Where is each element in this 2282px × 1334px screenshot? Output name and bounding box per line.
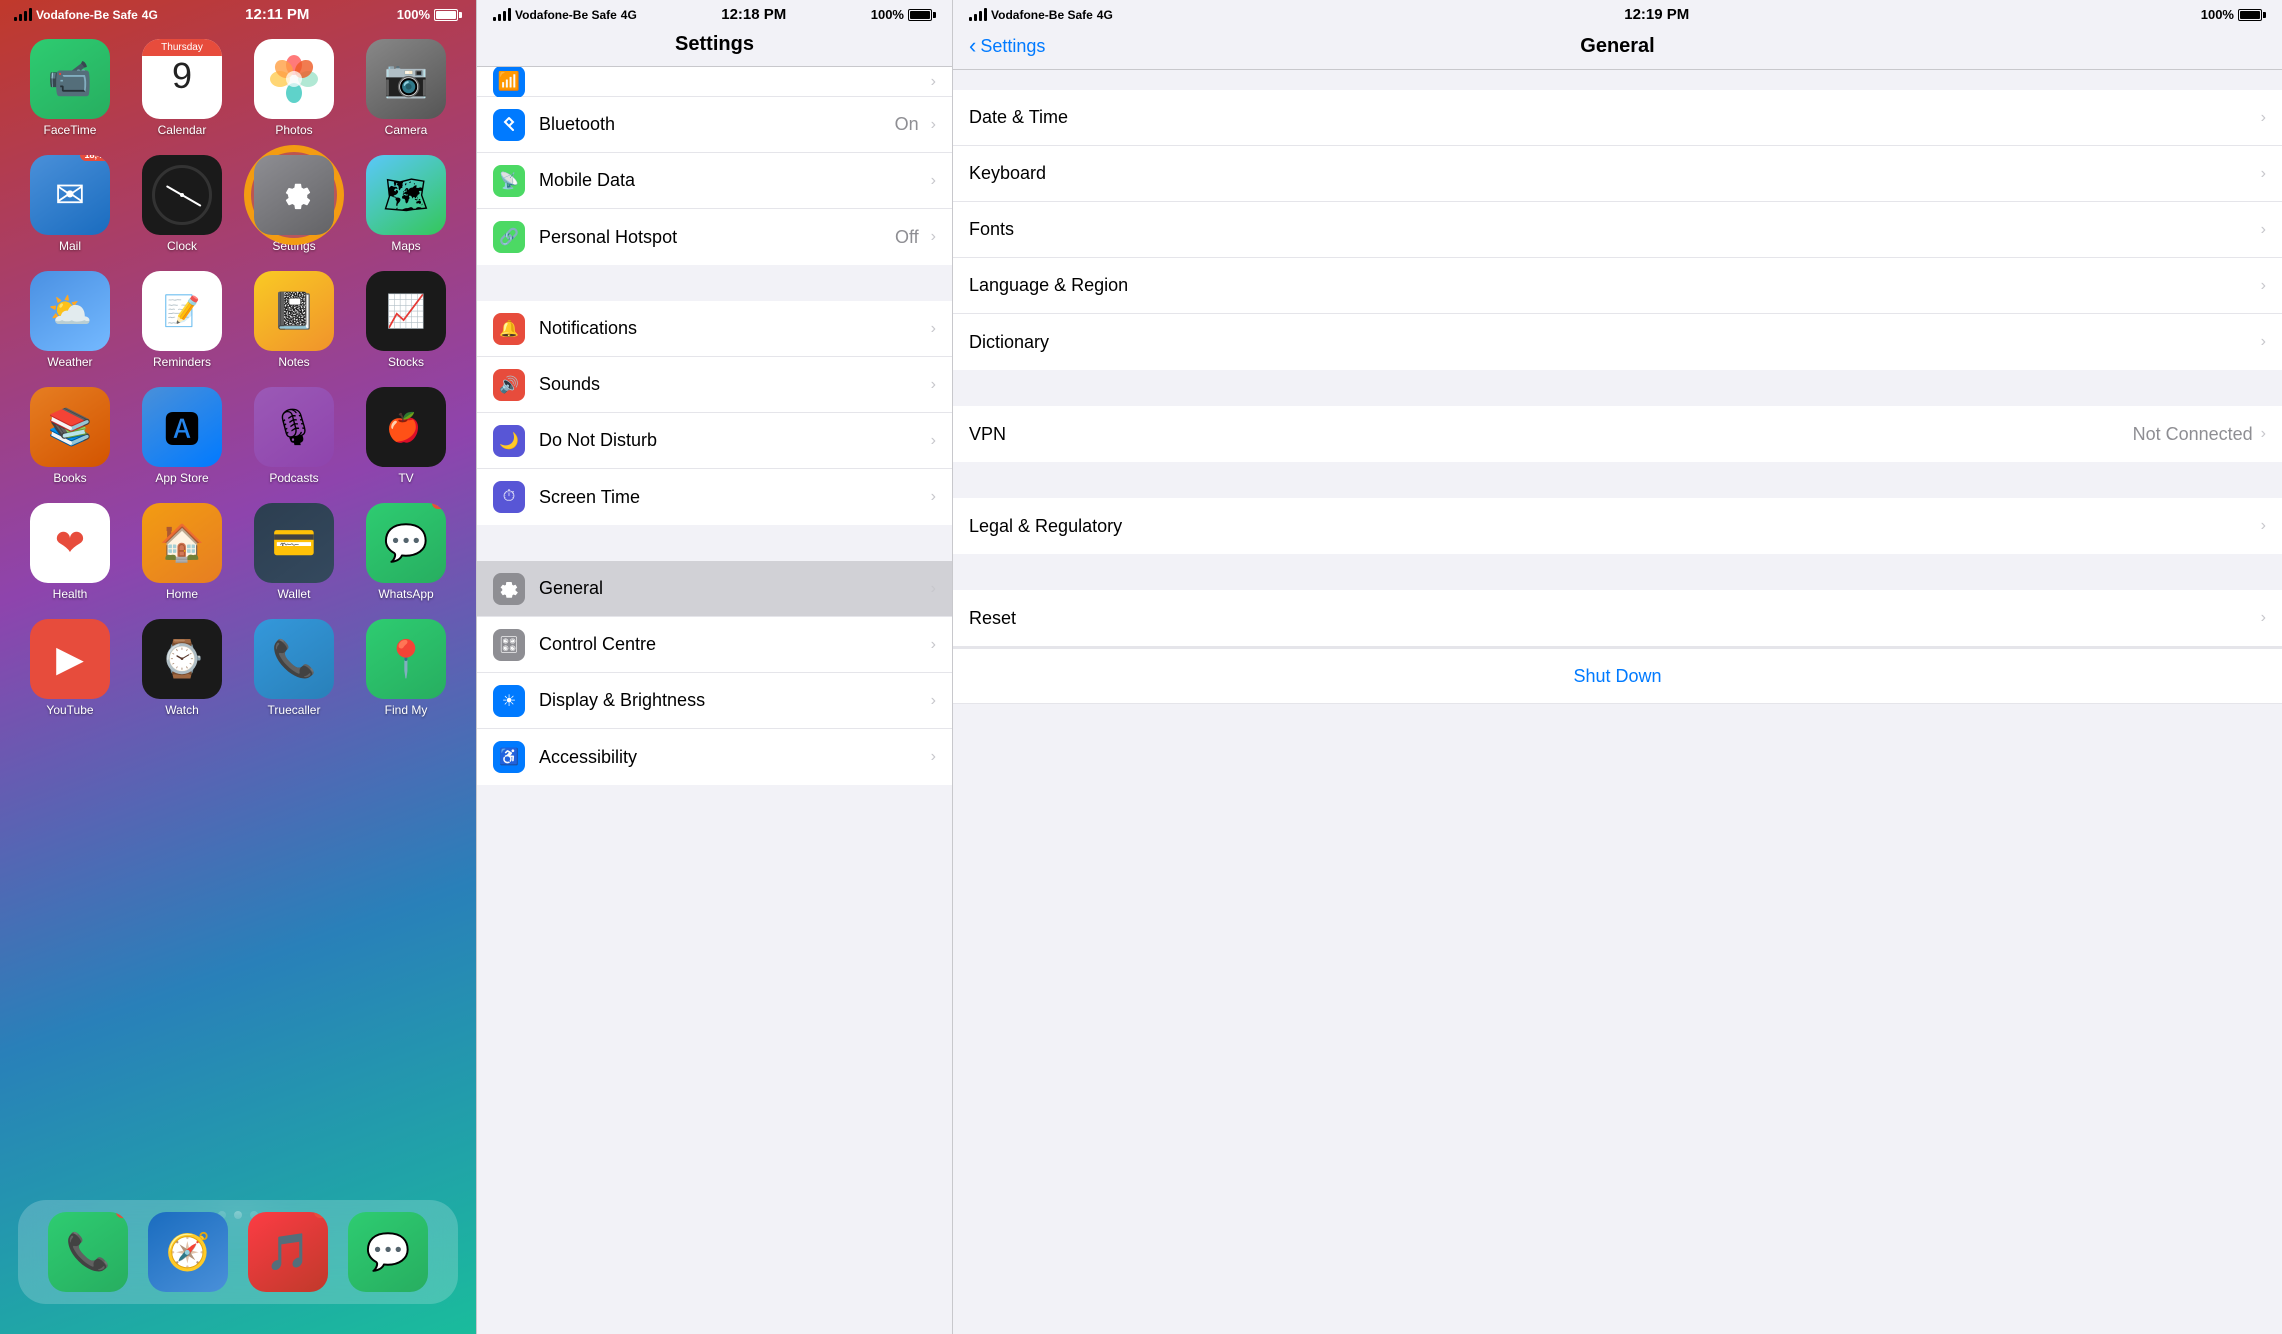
network-s2: 4G xyxy=(621,8,637,22)
app-settings[interactable]: Settings xyxy=(242,155,346,253)
dock-safari[interactable]: 🧭 xyxy=(148,1212,228,1292)
general-row-language[interactable]: Language & Region › xyxy=(953,258,2282,314)
time-s2: 12:18 PM xyxy=(721,6,786,23)
general-row-dictionary[interactable]: Dictionary › xyxy=(953,314,2282,370)
app-camera[interactable]: 📷 Camera xyxy=(354,39,458,137)
settings-row-sounds[interactable]: 🔊 Sounds › xyxy=(477,357,952,413)
general-section-4: Reset › xyxy=(953,590,2282,646)
general-row-keyboard[interactable]: Keyboard › xyxy=(953,146,2282,202)
settings-list: 📶 › Bluetooth On › 📡 Mobile xyxy=(477,67,952,1334)
general-row-datetime[interactable]: Date & Time › xyxy=(953,90,2282,146)
app-notes[interactable]: 📓 Notes xyxy=(242,271,346,369)
app-mail[interactable]: ✉ 18,487 Mail xyxy=(18,155,122,253)
app-health[interactable]: ❤ Health xyxy=(18,503,122,601)
carrier-s3: Vodafone-Be Safe xyxy=(991,8,1093,22)
battery-info: 100% xyxy=(397,7,462,22)
settings-section-connectivity: Bluetooth On › 📡 Mobile Data › 🔗 Persona… xyxy=(477,97,952,265)
general-gap-3 xyxy=(953,554,2282,590)
settings-row-notifications[interactable]: 🔔 Notifications › xyxy=(477,301,952,357)
general-gap-1 xyxy=(953,370,2282,406)
battery-icon-s2 xyxy=(908,9,936,21)
carrier-info: Vodafone-Be Safe 4G xyxy=(14,8,158,22)
app-youtube[interactable]: ▶ YouTube xyxy=(18,619,122,717)
dock-music[interactable]: 🎵 37 xyxy=(248,1212,328,1292)
app-clock[interactable]: Clock xyxy=(130,155,234,253)
settings-nav-bar: Settings xyxy=(477,25,952,67)
general-panel: Vodafone-Be Safe 4G 12:19 PM 100% ‹ Sett… xyxy=(952,0,2282,1334)
app-calendar[interactable]: Thursday 9 Calendar xyxy=(130,39,234,137)
settings-title: Settings xyxy=(675,33,754,55)
general-section-1: Date & Time › Keyboard › Fonts › Languag… xyxy=(953,90,2282,370)
app-weather[interactable]: ⛅ Weather xyxy=(18,271,122,369)
time-s3: 12:19 PM xyxy=(1624,6,1689,23)
svg-text:🍎: 🍎 xyxy=(386,410,421,444)
app-wallet[interactable]: 💳 Wallet xyxy=(242,503,346,601)
back-button[interactable]: ‹ Settings xyxy=(969,33,1045,59)
section-gap-1 xyxy=(477,265,952,301)
general-nav-bar: ‹ Settings General xyxy=(953,25,2282,70)
settings-row-donotdisturb[interactable]: 🌙 Do Not Disturb › xyxy=(477,413,952,469)
app-watch[interactable]: ⌚ Watch xyxy=(130,619,234,717)
settings-status-bar: Vodafone-Be Safe 4G 12:18 PM 100% xyxy=(477,0,952,25)
app-truecaller[interactable]: 📞 Truecaller xyxy=(242,619,346,717)
settings-panel: Vodafone-Be Safe 4G 12:18 PM 100% Settin… xyxy=(476,0,952,1334)
general-status-bar: Vodafone-Be Safe 4G 12:19 PM 100% xyxy=(953,0,2282,25)
home-status-bar: Vodafone-Be Safe 4G 12:11 PM 100% xyxy=(0,0,476,25)
battery-icon xyxy=(434,9,462,21)
general-title: General xyxy=(1580,35,1654,58)
signal-icon xyxy=(14,8,32,21)
battery-pct-s3: 100% xyxy=(2201,7,2234,22)
general-section-2: VPN Not Connected › xyxy=(953,406,2282,462)
signal-icon-s3 xyxy=(969,8,987,21)
app-photos[interactable]: Photos xyxy=(242,39,346,137)
battery-icon-s3 xyxy=(2238,9,2266,21)
home-screen: Vodafone-Be Safe 4G 12:11 PM 100% 📹 Face… xyxy=(0,0,476,1334)
settings-row-bluetooth[interactable]: Bluetooth On › xyxy=(477,97,952,153)
app-books[interactable]: 📚 Books xyxy=(18,387,122,485)
shutdown-label: Shut Down xyxy=(1573,666,1661,687)
app-appstore[interactable]: 🅰 App Store xyxy=(130,387,234,485)
app-grid: 📹 FaceTime Thursday 9 Calendar xyxy=(0,29,476,717)
carrier-label: Vodafone-Be Safe xyxy=(36,8,138,22)
app-tv[interactable]: 🍎 TV xyxy=(354,387,458,485)
network-s3: 4G xyxy=(1097,8,1113,22)
battery-pct-s2: 100% xyxy=(871,7,904,22)
carrier-s2: Vodafone-Be Safe xyxy=(515,8,617,22)
app-stocks[interactable]: 📈 Stocks xyxy=(354,271,458,369)
back-label: Settings xyxy=(980,36,1045,57)
settings-row-general[interactable]: General › xyxy=(477,561,952,617)
settings-row-screentime[interactable]: ⏱ Screen Time › xyxy=(477,469,952,525)
general-row-reset[interactable]: Reset › xyxy=(953,590,2282,646)
network-label: 4G xyxy=(142,8,158,22)
general-section-3: Legal & Regulatory › xyxy=(953,498,2282,554)
app-whatsapp[interactable]: 💬 14 WhatsApp xyxy=(354,503,458,601)
app-podcasts[interactable]: 🎙 Podcasts xyxy=(242,387,346,485)
settings-row-hotspot[interactable]: 🔗 Personal Hotspot Off › xyxy=(477,209,952,265)
shutdown-row[interactable]: Shut Down xyxy=(953,648,2282,704)
app-maps[interactable]: 🗺 Maps xyxy=(354,155,458,253)
settings-row-mobiledata[interactable]: 📡 Mobile Data › xyxy=(477,153,952,209)
battery-percent: 100% xyxy=(397,7,430,22)
general-row-legal[interactable]: Legal & Regulatory › xyxy=(953,498,2282,554)
app-home[interactable]: 🏠 Home xyxy=(130,503,234,601)
app-facetime[interactable]: 📹 FaceTime xyxy=(18,39,122,137)
signal-icon-s2 xyxy=(493,8,511,21)
app-reminders[interactable]: 📝 Reminders xyxy=(130,271,234,369)
general-row-vpn[interactable]: VPN Not Connected › xyxy=(953,406,2282,462)
section-gap-2 xyxy=(477,525,952,561)
general-gap-2 xyxy=(953,462,2282,498)
dock-phone[interactable]: 📞 1 xyxy=(48,1212,128,1292)
dock: 📞 1 🧭 🎵 37 💬 xyxy=(18,1200,458,1304)
settings-row-accessibility[interactable]: ♿ Accessibility › xyxy=(477,729,952,785)
time-label: 12:11 PM xyxy=(245,6,309,23)
settings-section-notifications: 🔔 Notifications › 🔊 Sounds › 🌙 Do Not Di… xyxy=(477,301,952,525)
general-list: Date & Time › Keyboard › Fonts › Languag… xyxy=(953,70,2282,1334)
app-findmy[interactable]: 📍 Find My xyxy=(354,619,458,717)
general-row-fonts[interactable]: Fonts › xyxy=(953,202,2282,258)
settings-row-controlcentre[interactable]: 🎛 Control Centre › xyxy=(477,617,952,673)
settings-section-general: General › 🎛 Control Centre › ☀ Display &… xyxy=(477,561,952,785)
back-chevron-icon: ‹ xyxy=(969,33,976,59)
settings-row-display[interactable]: ☀ Display & Brightness › xyxy=(477,673,952,729)
dock-messages[interactable]: 💬 xyxy=(348,1212,428,1292)
